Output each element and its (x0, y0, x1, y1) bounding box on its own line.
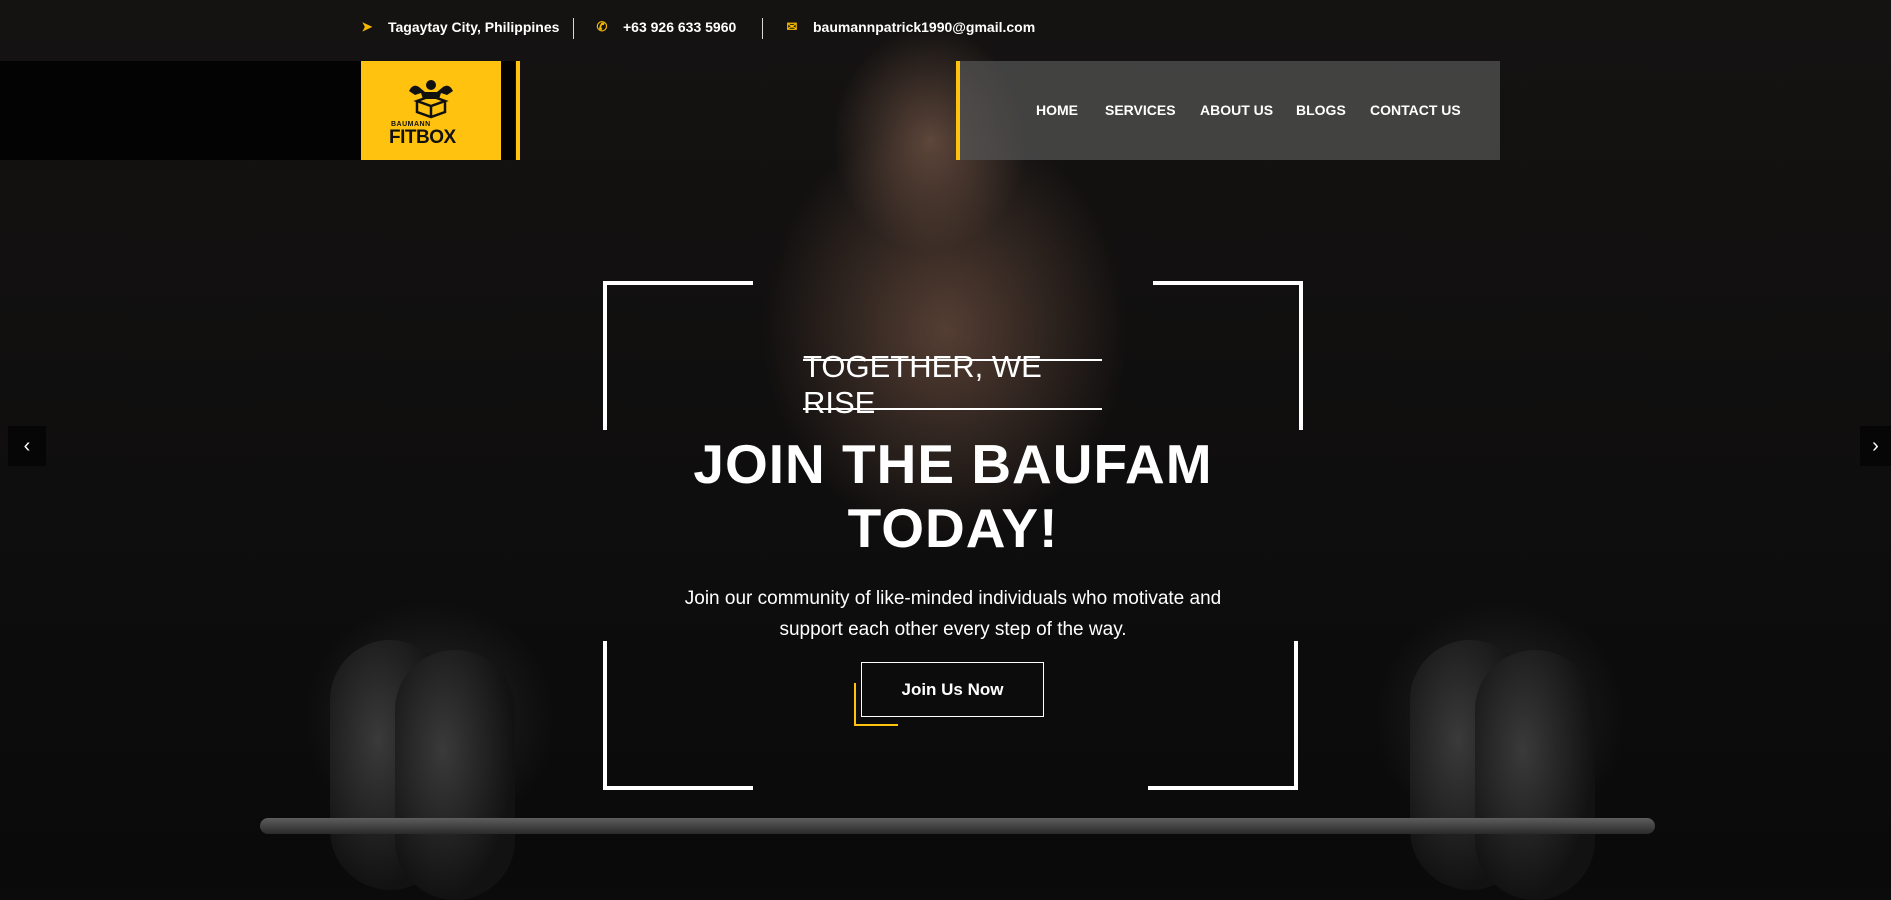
topbar-divider (573, 18, 574, 39)
email-info[interactable]: ✉ baumannpatrick1990@gmail.com (785, 19, 1036, 35)
join-us-now-button[interactable]: Join Us Now (861, 662, 1044, 717)
frame-bottom-right-v (1294, 641, 1298, 790)
chevron-right-icon: › (1872, 434, 1879, 457)
barbell-plate-right-outer (1475, 650, 1595, 900)
cta-accent-horizontal (854, 724, 898, 726)
slider-prev-button[interactable]: ‹ (8, 426, 46, 466)
hero-description-line: support each other every step of the way… (779, 619, 1127, 640)
topbar-divider (762, 18, 763, 39)
top-contact-bar: ➤ Tagaytay City, Philippines ✆ +63 926 6… (0, 0, 1891, 56)
nav-about-us[interactable]: ABOUT US (1200, 102, 1273, 118)
chevron-left-icon: ‹ (23, 434, 31, 457)
hero-tagline: TOGETHER, WE RISE (803, 349, 1102, 420)
nav-blogs[interactable]: BLOGS (1296, 102, 1346, 118)
slider-next-button[interactable]: › (1860, 426, 1891, 466)
frame-bottom-left-h (603, 786, 753, 790)
nav-home[interactable]: HOME (1036, 102, 1078, 118)
phone-info[interactable]: ✆ +63 926 633 5960 (595, 19, 737, 35)
barbell-plate-left-inner (395, 650, 515, 900)
hero-description: Join our community of like-minded indivi… (630, 583, 1276, 645)
frame-top-left-v (603, 281, 607, 430)
site-logo[interactable]: BAUMANN FITBOX (361, 61, 501, 160)
nav-contact-us[interactable]: CONTACT US (1370, 102, 1461, 118)
location-text: Tagaytay City, Philippines (388, 19, 560, 35)
hero-headline-line: JOIN THE BAUFAM (693, 433, 1213, 495)
email-text[interactable]: baumannpatrick1990@gmail.com (813, 19, 1035, 35)
logo-wordmark: FITBOX (389, 127, 456, 148)
envelope-icon: ✉ (786, 19, 798, 34)
hero-headline-line: TODAY! (847, 497, 1059, 559)
frame-bottom-left-v (603, 641, 607, 790)
nav-services[interactable]: SERVICES (1105, 102, 1176, 118)
hero-description-line: Join our community of like-minded indivi… (684, 588, 1222, 609)
cta-accent-vertical (854, 683, 856, 726)
hero-tagline-text: TOGETHER, WE RISE (803, 348, 1042, 420)
frame-top-right-h (1153, 281, 1303, 285)
frame-top-right-v (1299, 281, 1303, 430)
frame-top-left-h (603, 281, 753, 285)
hero-headline: JOIN THE BAUFAM TODAY! (600, 432, 1306, 560)
phone-icon: ✆ (596, 19, 608, 34)
phone-text[interactable]: +63 926 633 5960 (623, 19, 736, 35)
logo-accent-bar (516, 61, 520, 160)
location-arrow-icon: ➤ (361, 19, 373, 34)
frame-bottom-right-h (1148, 786, 1298, 790)
location-info: ➤ Tagaytay City, Philippines (360, 19, 560, 35)
nav-accent-bar (956, 61, 960, 160)
barbell (260, 818, 1655, 834)
fitbox-logo-icon (409, 80, 453, 119)
